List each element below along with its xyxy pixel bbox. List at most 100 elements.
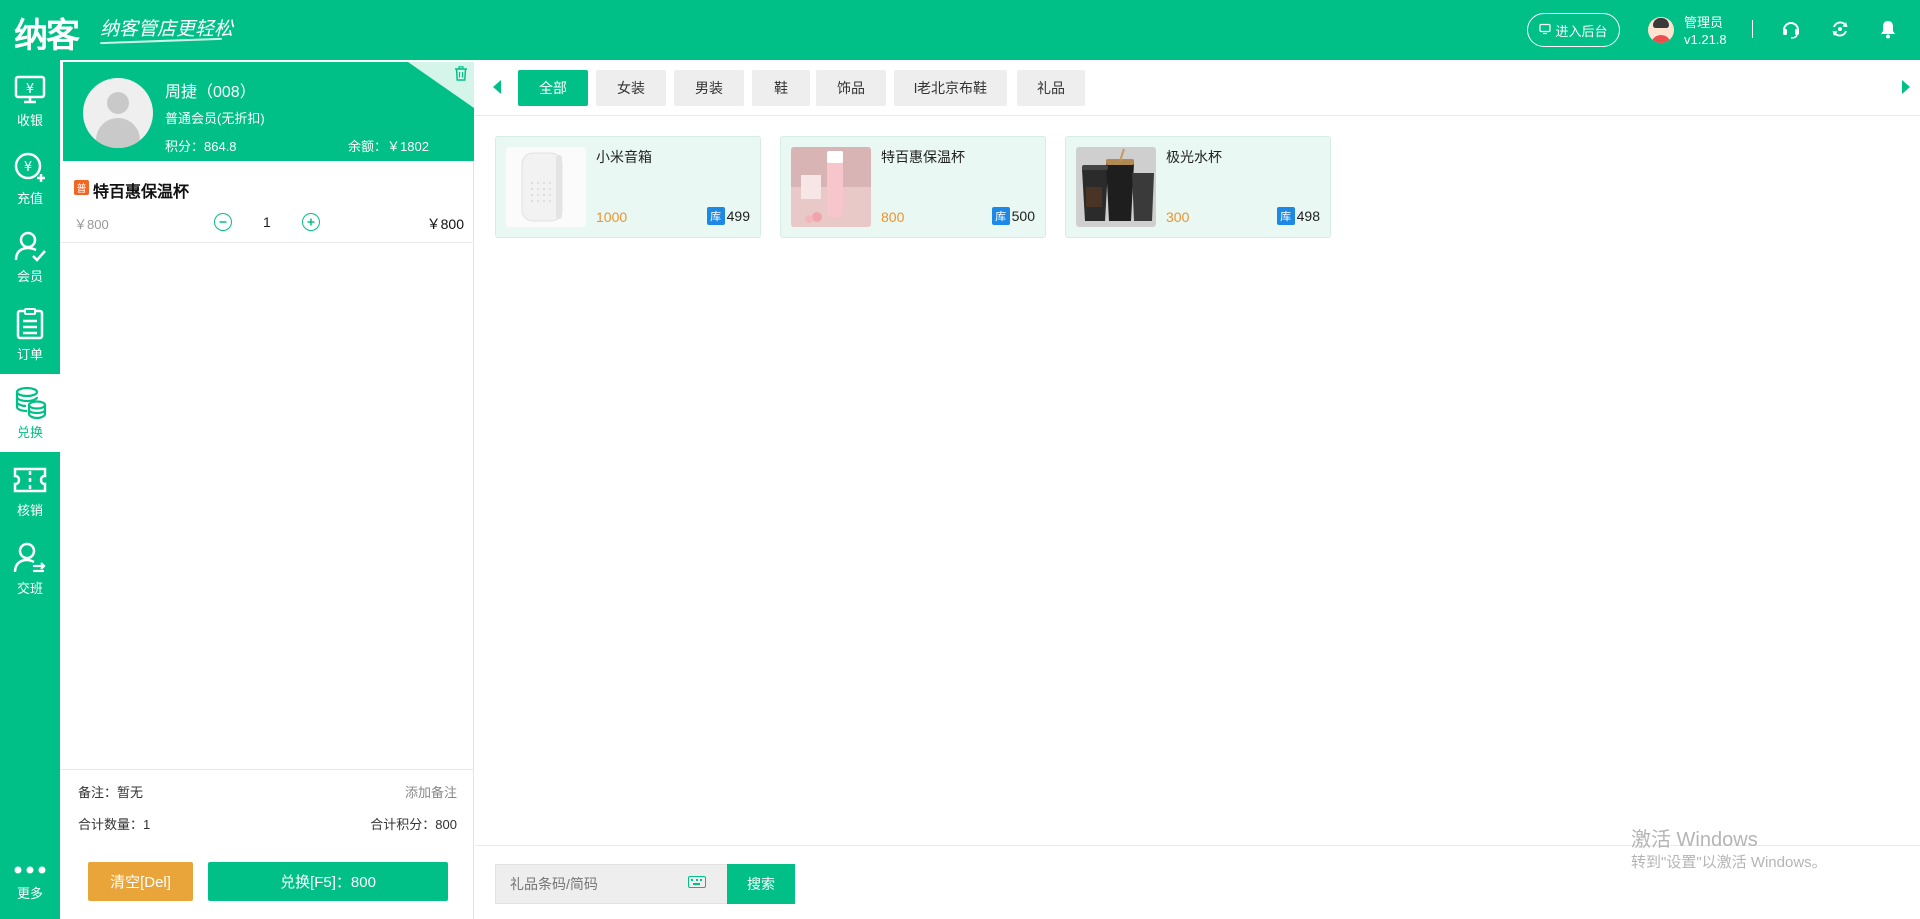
total-points: 合计积分：800 xyxy=(370,817,457,832)
nav-item-member[interactable]: 会员 xyxy=(0,218,60,296)
product-stock: 库 500 xyxy=(991,207,1035,225)
stock-badge: 库 xyxy=(991,207,1010,225)
trash-icon[interactable] xyxy=(454,66,468,84)
enter-backend-button[interactable]: 进入后台 xyxy=(1527,13,1620,47)
nav-label: 会员 xyxy=(16,269,43,284)
nav-item-ticket[interactable]: 核销 xyxy=(0,452,60,530)
ticket-icon xyxy=(13,463,47,497)
quantity-value[interactable]: 1 xyxy=(263,214,271,230)
member-card[interactable]: 周捷（008） 普通会员(无折扣) 积分：864.8 余额：￥1802 xyxy=(63,62,474,161)
stock-count: 498 xyxy=(1296,208,1320,224)
member-balance: 余额：￥1802 xyxy=(348,139,429,154)
search-button[interactable]: 搜索 xyxy=(727,864,795,904)
clear-button[interactable]: 清空[Del] xyxy=(88,862,193,901)
item-type-badge: 普 xyxy=(74,180,89,195)
product-card[interactable]: 特百惠保温杯 800 库 500 xyxy=(780,136,1046,238)
svg-text:¥: ¥ xyxy=(26,82,34,97)
app-version: v1.21.8 xyxy=(1684,32,1727,47)
enter-backend-label: 进入后台 xyxy=(1555,23,1608,39)
member-name: 周捷（008） xyxy=(165,84,256,101)
nav-item-exchange[interactable]: 兑换 xyxy=(0,374,60,452)
nav-item-order[interactable]: 订单 xyxy=(0,296,60,374)
product-image-speaker xyxy=(506,147,586,227)
product-image-thermos xyxy=(791,147,871,227)
nav-item-handover[interactable]: 交班 xyxy=(0,530,60,608)
total-quantity: 合计数量：1 xyxy=(78,817,151,832)
nav-label: 交班 xyxy=(16,581,43,596)
nav-label: 更多 xyxy=(16,886,43,901)
top-bar: 纳客 纳客管店更轻松 进入后台 管理员 v1.21.8 xyxy=(0,0,1920,60)
nav-item-recharge[interactable]: ¥ 充值 xyxy=(0,140,60,218)
exchange-icon xyxy=(13,385,47,419)
product-card[interactable]: 极光水杯 300 库 498 xyxy=(1065,136,1331,238)
product-name: 特百惠保温杯 xyxy=(881,149,965,165)
product-name: 小米音箱 xyxy=(596,149,652,165)
product-stock: 库 499 xyxy=(706,207,750,225)
recharge-icon: ¥ xyxy=(13,151,47,185)
add-note-link[interactable]: 添加备注 xyxy=(405,782,457,801)
order-summary: 备注：暂无 添加备注 合计数量：1 合计积分：800 xyxy=(60,769,474,845)
admin-name[interactable]: 管理员 xyxy=(1684,12,1723,31)
product-price: 1000 xyxy=(596,209,628,225)
tab-gifts[interactable]: 礼品 xyxy=(1017,70,1085,106)
cart-item[interactable]: 普 特百惠保温杯 ￥800 1 ￥800 xyxy=(60,161,474,243)
tabs-prev-icon[interactable] xyxy=(493,80,501,94)
product-card[interactable]: 小米音箱 1000 库 499 xyxy=(495,136,761,238)
decrease-qty-button[interactable] xyxy=(214,213,232,231)
member-points: 积分：864.8 xyxy=(165,139,237,154)
member-avatar xyxy=(83,78,153,148)
plus-icon xyxy=(307,218,315,226)
product-price: 300 xyxy=(1166,209,1190,225)
increase-qty-button[interactable] xyxy=(302,213,320,231)
product-stock: 库 498 xyxy=(1276,207,1320,225)
bell-icon[interactable] xyxy=(1877,18,1899,40)
refresh-icon[interactable] xyxy=(1829,18,1851,40)
cart-item-name: 特百惠保温杯 xyxy=(93,184,190,201)
more-dots-icon xyxy=(13,860,47,880)
stock-count: 500 xyxy=(1011,208,1035,224)
product-name: 极光水杯 xyxy=(1166,149,1222,165)
product-image-cups xyxy=(1076,147,1156,227)
activation-watermark-title: 激活 Windows xyxy=(1631,829,1758,851)
nav-label: 充值 xyxy=(16,191,43,206)
cart-item-total: ￥800 xyxy=(426,216,464,232)
stock-count: 499 xyxy=(726,208,750,224)
order-icon xyxy=(13,307,47,341)
nav-label: 兑换 xyxy=(16,425,43,440)
keyboard-icon[interactable] xyxy=(688,876,706,888)
stock-badge: 库 xyxy=(1276,207,1295,225)
cart-list: 普 特百惠保温杯 ￥800 1 ￥800 xyxy=(60,161,474,769)
tab-cloth-shoes[interactable]: l老北京布鞋 xyxy=(894,70,1007,106)
stock-badge: 库 xyxy=(706,207,725,225)
side-nav: ¥ 收银 ¥ 充值 会员 订单 兑换 核销 交班 更多 xyxy=(0,60,60,919)
exchange-submit-button[interactable]: 兑换[F5]：800 xyxy=(208,862,448,901)
nav-label: 核销 xyxy=(16,503,43,518)
activation-watermark-text: 转到"设置"以激活 Windows。 xyxy=(1631,854,1827,871)
monitor-icon xyxy=(1539,23,1552,38)
nav-label: 订单 xyxy=(16,347,43,362)
cart-item-unit-price: ￥800 xyxy=(74,217,109,232)
nav-label: 收银 xyxy=(16,113,43,128)
tab-shoes[interactable]: 鞋 xyxy=(752,70,810,106)
note-text: 备注：暂无 xyxy=(78,785,144,800)
member-icon xyxy=(13,229,47,263)
header-divider xyxy=(1752,20,1753,38)
product-price: 800 xyxy=(881,209,905,225)
minus-icon xyxy=(219,221,227,223)
nav-item-more[interactable]: 更多 xyxy=(0,846,60,916)
tab-all[interactable]: 全部 xyxy=(518,70,588,106)
tab-accessories[interactable]: 饰品 xyxy=(816,70,886,106)
tabs-next-icon[interactable] xyxy=(1902,80,1910,94)
svg-text:¥: ¥ xyxy=(24,160,32,175)
cart-actions: 清空[Del] 兑换[F5]：800 xyxy=(60,845,474,919)
headset-icon[interactable] xyxy=(1780,18,1802,40)
category-tabs: 全部 女装 男装 鞋 饰品 l老北京布鞋 礼品 xyxy=(475,60,1920,116)
handover-icon xyxy=(13,541,47,575)
admin-avatar[interactable] xyxy=(1648,17,1674,43)
member-level: 普通会员(无折扣) xyxy=(165,111,265,126)
tab-mens[interactable]: 男装 xyxy=(674,70,744,106)
tab-womens[interactable]: 女装 xyxy=(596,70,666,106)
nav-item-cashier[interactable]: ¥ 收银 xyxy=(0,62,60,140)
app-slogan: 纳客管店更轻松 xyxy=(100,18,234,40)
cashier-icon: ¥ xyxy=(13,73,47,107)
